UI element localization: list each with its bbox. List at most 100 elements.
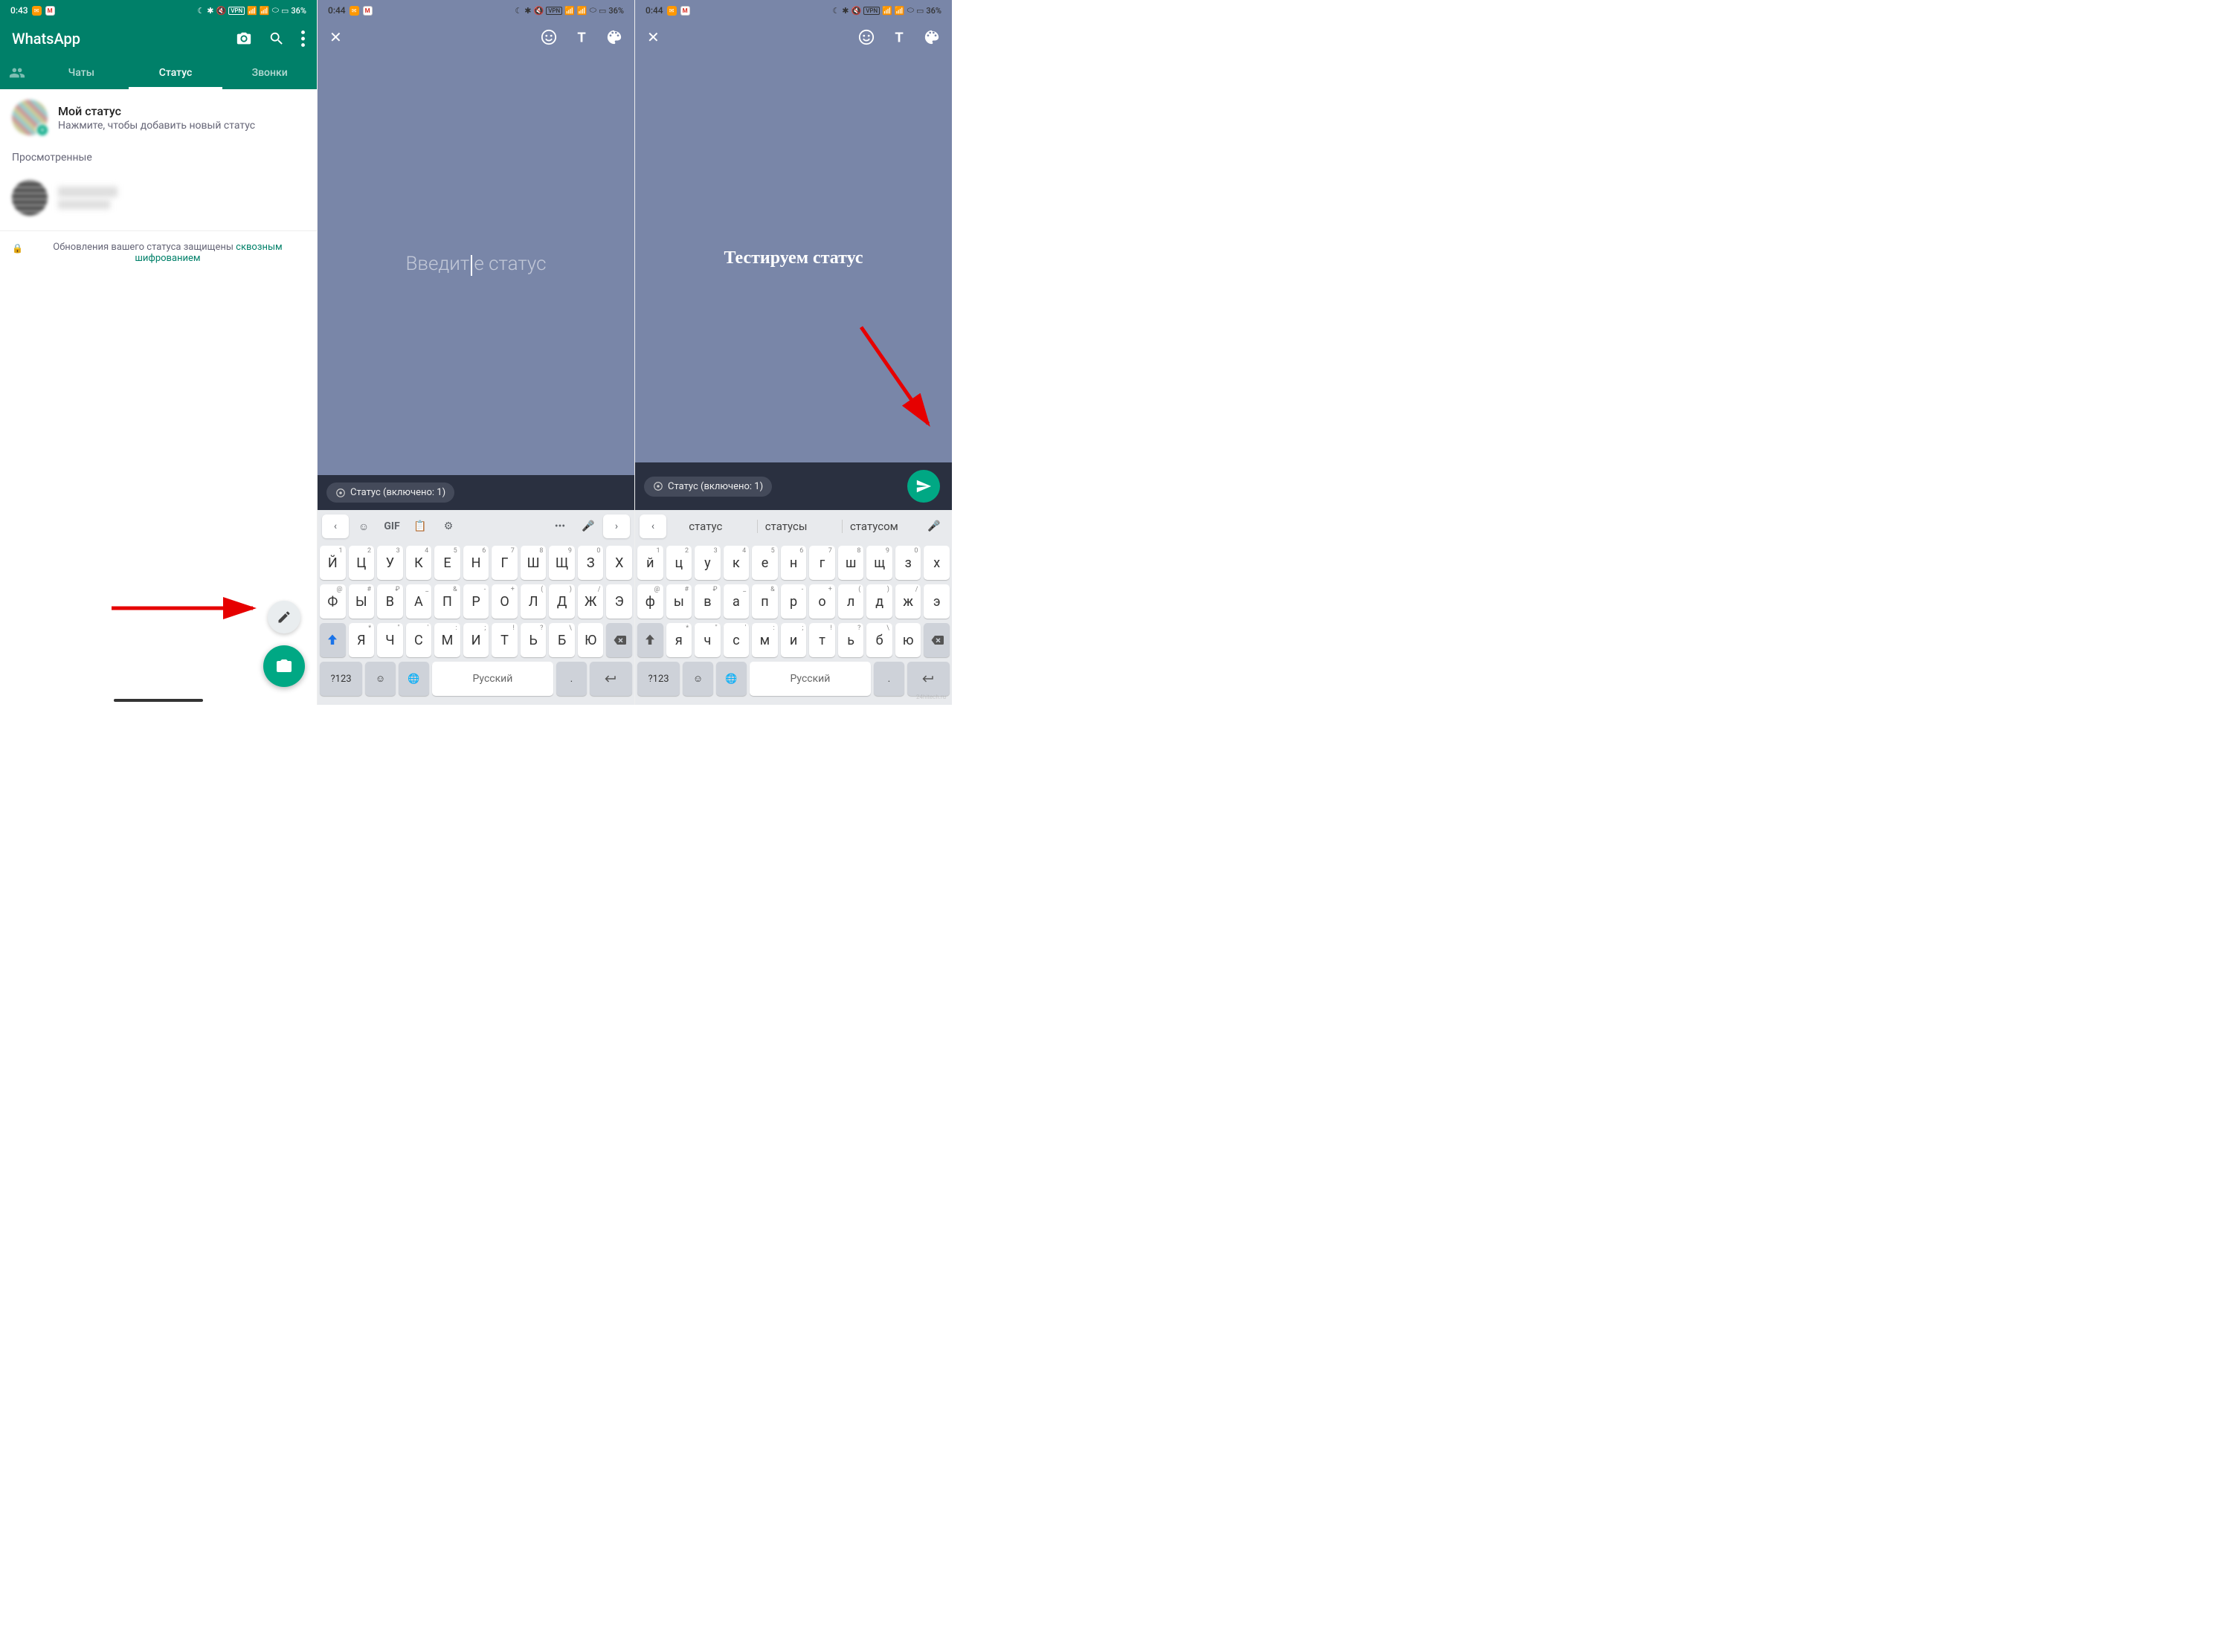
key-ю[interactable]: ю (895, 623, 921, 657)
kb-suggestion[interactable]: статусы (757, 520, 815, 533)
viewed-status-row[interactable] (0, 170, 317, 226)
key-щ[interactable]: 9Щ (549, 546, 575, 580)
key-ь[interactable]: ?ь (838, 623, 864, 657)
key-ы[interactable]: #ы (666, 584, 692, 619)
key-shift[interactable] (637, 623, 663, 657)
key-а[interactable]: _а (724, 584, 750, 619)
kb-chevron-left-icon[interactable]: ‹ (322, 514, 349, 538)
key-м[interactable]: :м (752, 623, 778, 657)
key-е[interactable]: 5Е (434, 546, 460, 580)
key-п[interactable]: &п (752, 584, 778, 619)
audience-chip[interactable]: Статус (включено: 1) (326, 483, 454, 503)
close-button[interactable]: ✕ (329, 28, 342, 46)
key-я[interactable]: *Я (349, 623, 375, 657)
key-period[interactable]: . (874, 662, 904, 696)
kb-mic-icon[interactable]: 🎤 (921, 514, 947, 538)
key-ц[interactable]: 2Ц (349, 546, 375, 580)
key-emoji[interactable]: ☺ (683, 662, 713, 696)
key-ж[interactable]: /Ж (578, 584, 604, 619)
key-о[interactable]: +о (809, 584, 835, 619)
key-й[interactable]: 1Й (320, 546, 346, 580)
key-л[interactable]: (Л (521, 584, 547, 619)
key-в[interactable]: ₽в (695, 584, 721, 619)
kb-chevron-left-icon[interactable]: ‹ (640, 514, 666, 538)
key-space[interactable]: Русский (750, 662, 871, 696)
key-у[interactable]: 3у (695, 546, 721, 580)
kb-gif-button[interactable]: GIF (379, 514, 405, 538)
key-б[interactable]: \б (866, 623, 892, 657)
close-button[interactable]: ✕ (647, 28, 660, 46)
key-ю[interactable]: Ю (578, 623, 604, 657)
key-н[interactable]: 6н (781, 546, 807, 580)
palette-icon[interactable] (924, 29, 940, 45)
key-с[interactable]: 'с (724, 623, 750, 657)
key-в[interactable]: ₽В (377, 584, 403, 619)
key-ф[interactable]: @Ф (320, 584, 346, 619)
key-й[interactable]: 1й (637, 546, 663, 580)
key-р[interactable]: -Р (463, 584, 489, 619)
key-ж[interactable]: /ж (895, 584, 921, 619)
key-ш[interactable]: 8ш (838, 546, 864, 580)
send-button[interactable] (907, 470, 940, 503)
tab-status[interactable]: Статус (129, 57, 223, 89)
key-х[interactable]: х (924, 546, 950, 580)
kb-clipboard-icon[interactable]: 📋 (407, 514, 434, 538)
key-ы[interactable]: #Ы (349, 584, 375, 619)
key-emoji[interactable]: ☺ (365, 662, 396, 696)
font-icon[interactable]: T (573, 29, 590, 45)
search-icon[interactable] (268, 30, 285, 47)
key-к[interactable]: 4к (724, 546, 750, 580)
key-з[interactable]: 0з (895, 546, 921, 580)
keyboard[interactable]: ‹ статусстатусыстатусом 🎤1й2ц3у4к5е6н7г8… (635, 510, 952, 705)
key-а[interactable]: _А (406, 584, 432, 619)
key-г[interactable]: 7г (809, 546, 835, 580)
key-г[interactable]: 7Г (492, 546, 518, 580)
emoji-icon[interactable] (858, 29, 875, 45)
key-д[interactable]: )д (866, 584, 892, 619)
key-к[interactable]: 4К (406, 546, 432, 580)
kb-settings-icon[interactable]: ⚙ (435, 514, 462, 538)
more-icon[interactable] (301, 30, 305, 47)
kb-more-icon[interactable]: ••• (547, 514, 573, 538)
key-enter[interactable] (907, 662, 950, 696)
key-ш[interactable]: 8Ш (521, 546, 547, 580)
key-ч[interactable]: "Ч (377, 623, 403, 657)
audience-chip[interactable]: Статус (включено: 1) (644, 477, 772, 497)
key-ь[interactable]: ?Ь (521, 623, 547, 657)
community-tab-icon[interactable] (0, 65, 34, 81)
status-text-input[interactable]: Введите статус (318, 54, 634, 475)
key-э[interactable]: Э (606, 584, 632, 619)
key-numbers[interactable]: ?123 (320, 662, 362, 696)
kb-chevron-right-icon[interactable]: › (603, 514, 630, 538)
key-и[interactable]: ;И (463, 623, 489, 657)
key-enter[interactable] (590, 662, 632, 696)
my-status-row[interactable]: + Мой статус Нажмите, чтобы добавить нов… (0, 89, 317, 146)
kb-mic-icon[interactable]: 🎤 (575, 514, 602, 538)
key-х[interactable]: Х (606, 546, 632, 580)
key-т[interactable]: !Т (492, 623, 518, 657)
key-language[interactable]: 🌐 (399, 662, 429, 696)
key-language[interactable]: 🌐 (716, 662, 747, 696)
key-space[interactable]: Русский (432, 662, 553, 696)
status-text-input[interactable]: Тестируем статус (635, 54, 952, 462)
key-щ[interactable]: 9щ (866, 546, 892, 580)
key-р[interactable]: -р (781, 584, 807, 619)
keyboard[interactable]: ‹ ☺ GIF 📋 ⚙ ••• 🎤 ›1Й2Ц3У4К5Е6Н7Г8Ш9Щ0ЗХ… (318, 510, 634, 705)
key-э[interactable]: э (924, 584, 950, 619)
palette-icon[interactable] (606, 29, 622, 45)
key-и[interactable]: ;и (781, 623, 807, 657)
key-з[interactable]: 0З (578, 546, 604, 580)
key-б[interactable]: \Б (549, 623, 575, 657)
key-ф[interactable]: @ф (637, 584, 663, 619)
kb-suggestion[interactable]: статус (681, 520, 730, 533)
key-е[interactable]: 5е (752, 546, 778, 580)
key-м[interactable]: :М (434, 623, 460, 657)
key-с[interactable]: 'С (406, 623, 432, 657)
key-shift[interactable] (320, 623, 346, 657)
key-т[interactable]: !т (809, 623, 835, 657)
key-у[interactable]: 3У (377, 546, 403, 580)
key-о[interactable]: +О (492, 584, 518, 619)
key-numbers[interactable]: ?123 (637, 662, 680, 696)
key-ц[interactable]: 2ц (666, 546, 692, 580)
key-period[interactable]: . (556, 662, 587, 696)
